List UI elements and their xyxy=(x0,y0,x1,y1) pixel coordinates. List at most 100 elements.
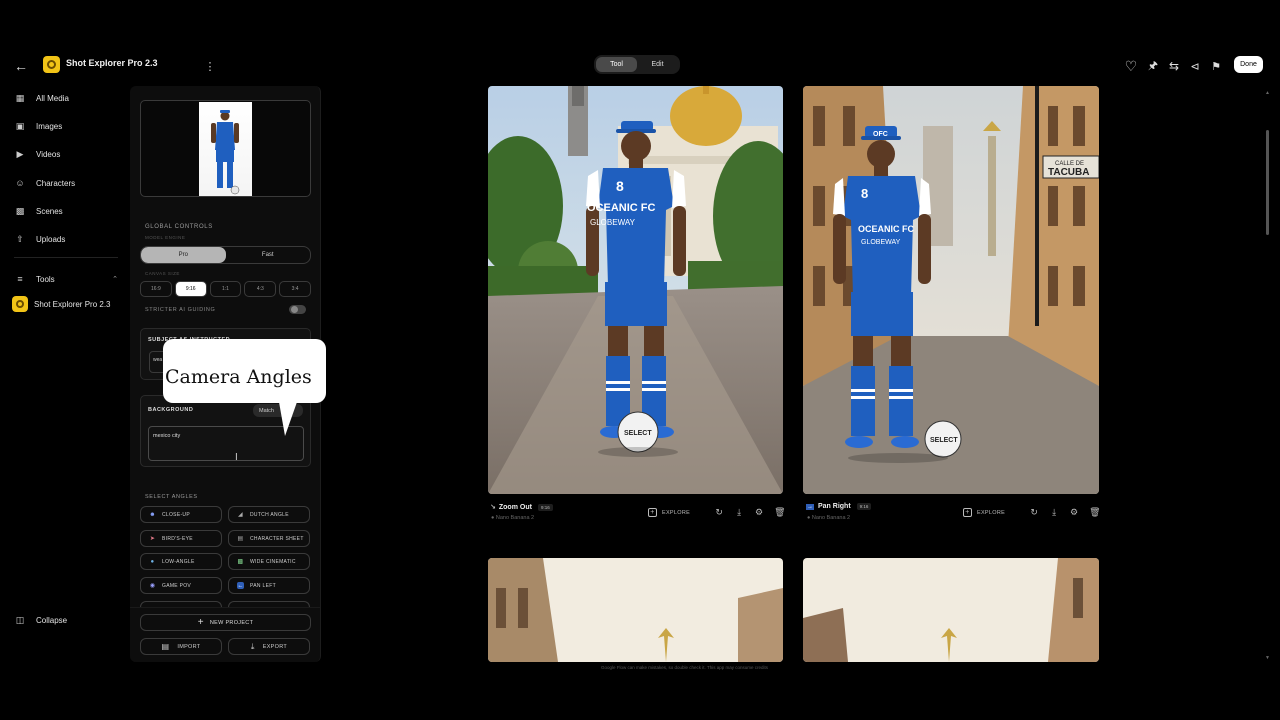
model-engine-toggle: Pro Fast xyxy=(140,246,311,264)
nav-tools[interactable]: ≡ Tools ⌃ xyxy=(14,272,118,286)
download-icon[interactable]: ⤓ xyxy=(734,507,744,518)
upload-icon: ⇧ xyxy=(16,233,24,244)
angle-close-up-button[interactable]: ☻ CLOSE-UP xyxy=(140,506,222,523)
subject-preview[interactable] xyxy=(140,100,311,197)
camera-low-icon: ● xyxy=(150,558,155,565)
angle-pan-left-button[interactable]: ← PAN LEFT xyxy=(228,577,310,594)
pan-right-icon: → xyxy=(806,503,814,510)
done-button[interactable]: Done xyxy=(1234,56,1263,73)
tools-icon: ≡ xyxy=(17,274,23,284)
jersey-sponsor-2: GLOBEWAY xyxy=(861,239,901,246)
mode-switch: Tool Edit xyxy=(594,55,680,74)
back-arrow-icon[interactable]: ← xyxy=(11,56,31,76)
gallery-scrollbar[interactable] xyxy=(1266,130,1269,235)
callout-text: Camera Angles xyxy=(165,366,312,388)
nav-characters[interactable]: ☺ Characters xyxy=(14,176,75,190)
heart-icon[interactable]: ♡ xyxy=(1121,56,1141,76)
result-image-pan-right[interactable]: CALLE DE TACUBA OFC 8 OCEANIC FC GLOBEWA… xyxy=(803,86,1099,494)
shuffle-icon[interactable]: ⇆ xyxy=(1164,56,1184,76)
engine-pro-option[interactable]: Pro xyxy=(141,247,226,263)
canvas-16-9[interactable]: 16:9 xyxy=(140,281,172,297)
jersey-number-1: 8 xyxy=(616,178,624,194)
result-image-zoom-out[interactable]: 8 OCEANIC FC GLOBEWAY SELECT xyxy=(488,86,783,494)
callout-tail xyxy=(279,402,297,436)
card-actions-pan-right: + EXPLORE ↻ ⤓ ⚙ 🗑 xyxy=(963,507,1101,518)
zoom-out-scene: 8 OCEANIC FC GLOBEWAY SELECT xyxy=(488,86,783,494)
refresh-icon[interactable]: ↻ xyxy=(1029,507,1039,518)
model-engine-label: MODEL ENGINE xyxy=(145,235,186,240)
angle-low-button[interactable]: ● LOW-ANGLE xyxy=(140,553,222,570)
ball-brand-2: SELECT xyxy=(930,437,958,444)
canvas-4-3[interactable]: 4:3 xyxy=(244,281,277,297)
plus-square-icon: + xyxy=(648,508,657,517)
settings-icon[interactable]: ⚙ xyxy=(754,507,764,518)
flag-icon[interactable]: ⚑ xyxy=(1206,56,1226,76)
canvas-9-16[interactable]: 9:16 xyxy=(174,281,207,297)
chevron-up-icon[interactable]: ⌃ xyxy=(112,275,118,283)
nav-all-media[interactable]: ▦ All Media xyxy=(14,91,69,105)
nav-scenes[interactable]: ▩ Scenes xyxy=(14,204,63,218)
import-button[interactable]: ▤ IMPORT xyxy=(140,638,222,655)
panel-footer: + NEW PROJECT ▤ IMPORT ⤓ EXPORT xyxy=(130,607,320,662)
result-image-4[interactable] xyxy=(803,558,1099,662)
canvas-3-4[interactable]: 3:4 xyxy=(279,281,311,297)
angle-dutch-button[interactable]: ◢ DUTCH ANGLE xyxy=(228,506,310,523)
image-icon: ▣ xyxy=(15,120,25,131)
aspect-badge-2: 9:16 xyxy=(856,503,872,510)
tilt-icon: ◢ xyxy=(238,512,243,518)
tab-tool[interactable]: Tool xyxy=(596,57,637,72)
result-image-3[interactable] xyxy=(488,558,783,662)
nav-tool-shot-explorer[interactable]: Shot Explorer Pro 2.3 xyxy=(12,296,110,312)
tab-edit[interactable]: Edit xyxy=(637,57,678,72)
trash-icon[interactable]: 🗑 xyxy=(1089,507,1100,518)
plus-icon: + xyxy=(197,617,204,628)
trash-icon[interactable]: 🗑 xyxy=(774,507,785,518)
scroll-down-icon[interactable]: ▼ xyxy=(1265,655,1270,661)
nav-collapse[interactable]: ◫ Collapse xyxy=(14,613,67,627)
face-icon: ☻ xyxy=(149,511,156,518)
stricter-ai-toggle[interactable] xyxy=(289,305,306,314)
scroll-up-icon[interactable]: ▲ xyxy=(1265,90,1270,96)
nav-uploads[interactable]: ⇧ Uploads xyxy=(14,232,65,246)
row2-scene-2 xyxy=(803,558,1099,662)
card-title-zoom-out: ↘ Zoom Out 9:16 xyxy=(490,503,553,511)
new-project-button[interactable]: + NEW PROJECT xyxy=(140,614,311,631)
angle-birds-eye-button[interactable]: ➤ BIRD'S-EYE xyxy=(140,530,222,547)
download-icon[interactable]: ⤓ xyxy=(1049,507,1059,518)
nav-images[interactable]: ▣ Images xyxy=(14,119,63,133)
explore-button-2[interactable]: + EXPLORE xyxy=(963,508,1005,517)
import-icon: ▤ xyxy=(161,642,170,651)
collapse-icon: ◫ xyxy=(15,614,25,625)
app-logo-icon xyxy=(43,56,60,73)
canvas-size-options: 16:9 9:16 1:1 4:3 3:4 xyxy=(140,281,311,297)
engine-fast-option[interactable]: Fast xyxy=(226,247,311,263)
share-icon[interactable]: ⊲ xyxy=(1185,56,1205,76)
angle-wide-cinematic-button[interactable]: ▩ WIDE CINEMATIC xyxy=(228,553,310,570)
gamepad-icon: ◉ xyxy=(149,583,156,589)
card-model-pan-right: ● Nano Banana 2 xyxy=(807,515,851,521)
street-sign-line2: TACUBA xyxy=(1048,167,1089,178)
card-title-pan-right: → Pan Right 9:16 xyxy=(806,503,872,510)
canvas-size-label: CANVAS SIZE xyxy=(145,271,180,276)
pan-left-icon: ← xyxy=(237,582,244,589)
settings-icon[interactable]: ⚙ xyxy=(1069,507,1079,518)
text-cursor-icon: I xyxy=(235,452,238,463)
jersey-team-2: OCEANIC FC xyxy=(858,224,915,234)
refresh-icon[interactable]: ↻ xyxy=(714,507,724,518)
angle-game-pov-button[interactable]: ◉ GAME POV xyxy=(140,577,222,594)
nav-videos[interactable]: ▶ Videos xyxy=(14,147,61,161)
more-vertical-icon[interactable]: ⋮ xyxy=(200,56,220,76)
pin-icon[interactable]: 🖈 xyxy=(1143,56,1163,76)
nav-divider xyxy=(14,257,118,258)
zoom-out-icon: ↘ xyxy=(490,504,496,511)
canvas-1-1[interactable]: 1:1 xyxy=(209,281,242,297)
background-title: BACKGROUND xyxy=(148,407,194,413)
export-button[interactable]: ⤓ EXPORT xyxy=(228,638,310,655)
subject-preview-image xyxy=(199,102,252,196)
card-model-zoom-out: ● Nano Banana 2 xyxy=(491,515,535,521)
row2-scene-1 xyxy=(488,558,783,662)
angle-character-sheet-button[interactable]: ▤ CHARACTER SHEET xyxy=(228,530,310,547)
app-title: Shot Explorer Pro 2.3 xyxy=(66,58,158,68)
jersey-team-1: OCEANIC FC xyxy=(587,202,656,214)
explore-button[interactable]: + EXPLORE xyxy=(648,508,690,517)
